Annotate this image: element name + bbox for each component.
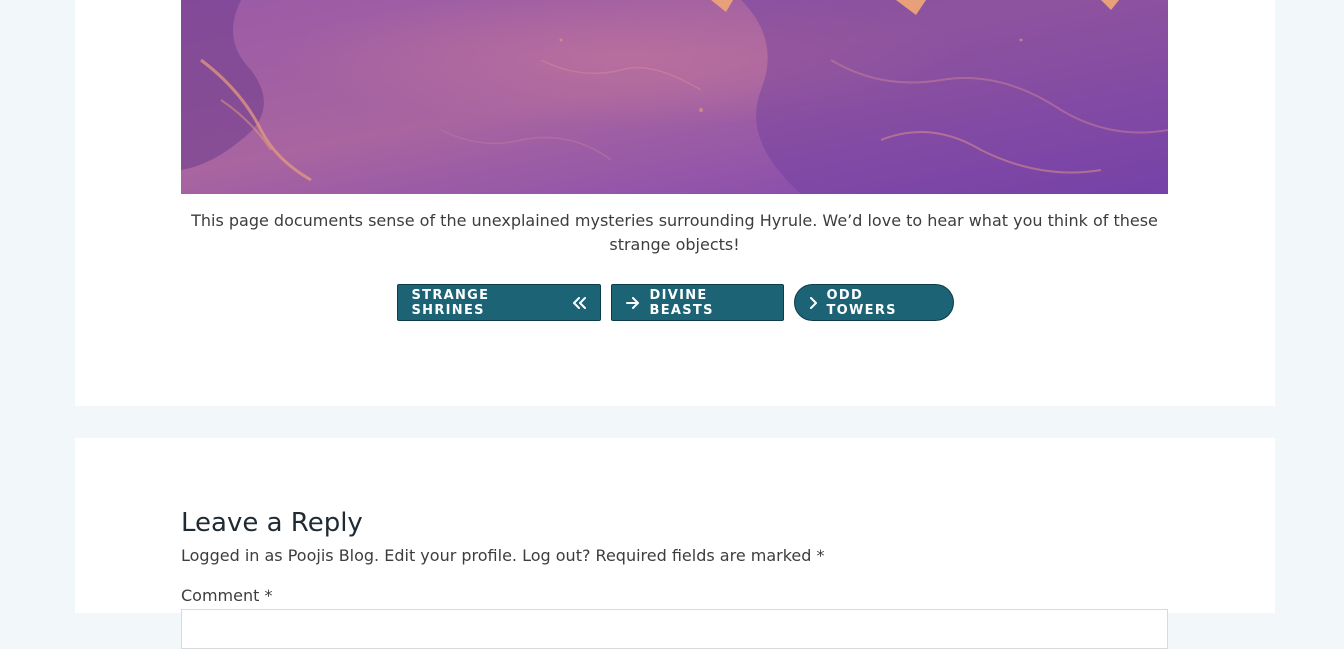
hero-image (181, 0, 1168, 194)
comment-textarea[interactable] (181, 609, 1168, 649)
comment-label-text: Comment (181, 586, 260, 605)
comments-card: Leave a Reply Logged in as Poojis Blog. … (75, 438, 1275, 649)
divine-beasts-button[interactable]: DIVINE BEASTS (610, 284, 784, 321)
chevron-right-icon (809, 296, 817, 309)
divine-beasts-label: DIVINE BEASTS (649, 287, 714, 318)
comment-required-mark: * (264, 586, 273, 605)
article-caption: This page documents sense of the unexpla… (191, 211, 1158, 254)
category-button-row: STRANGE SHRINES DIVINE BEASTS ODD TOWERS (75, 284, 1275, 321)
logged-in-notice: Logged in as Poojis Blog. Edit your prof… (181, 545, 825, 567)
reply-title: Leave a Reply (181, 508, 363, 538)
required-fields-note: Required fields are marked (595, 546, 812, 565)
double-chevron-left-icon (572, 296, 586, 309)
strange-shrines-button[interactable]: STRANGE SHRINES (396, 284, 601, 321)
article-card: This page documents sense of the unexpla… (75, 0, 1275, 406)
logged-in-as-text: Logged in as Poojis Blog. (181, 546, 380, 565)
required-mark: * (816, 546, 825, 565)
arrow-right-icon (625, 296, 640, 309)
odd-towers-label: ODD TOWERS (826, 287, 897, 318)
comment-label: Comment * (181, 585, 272, 607)
odd-towers-button[interactable]: ODD TOWERS (793, 284, 954, 321)
edit-profile-link[interactable]: Edit your profile. (384, 546, 517, 565)
strange-shrines-label: STRANGE SHRINES (411, 287, 490, 318)
log-out-link[interactable]: Log out? (522, 546, 590, 565)
